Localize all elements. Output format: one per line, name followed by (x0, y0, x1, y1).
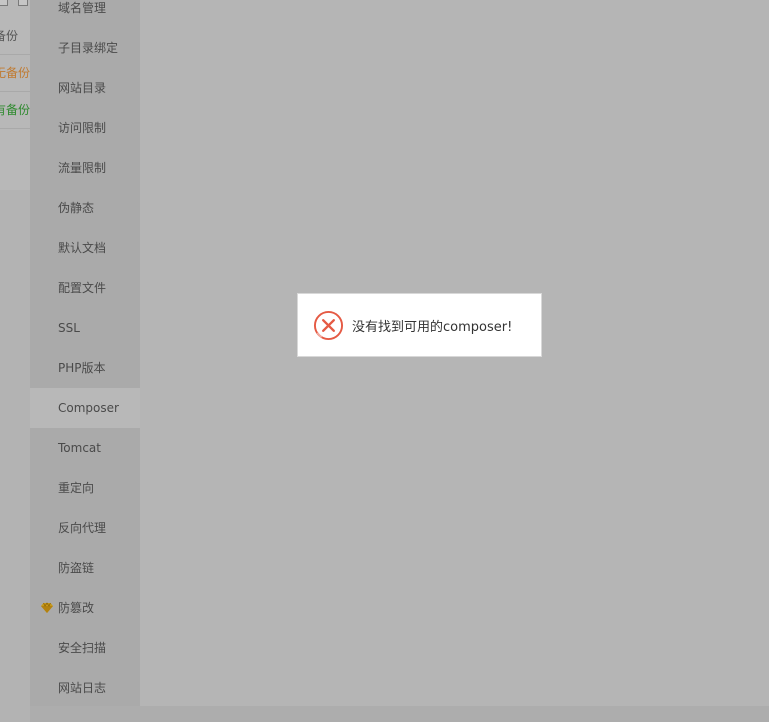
sidebar-item-label: 子目录绑定 (58, 41, 119, 55)
sidebar-item-config-file[interactable]: 配置文件 (30, 268, 140, 308)
settings-sidebar: 域名管理 子目录绑定 网站目录 访问限制 流量限制 伪静态 默认文档 配置文件 … (30, 0, 140, 706)
sidebar-item-php-version[interactable]: PHP版本 (30, 348, 140, 388)
sidebar-item-tomcat[interactable]: Tomcat (30, 428, 140, 468)
background-row-status: 有备份 (0, 92, 30, 129)
sidebar-item-label: 配置文件 (58, 281, 107, 295)
error-toast: 没有找到可用的composer! (297, 293, 542, 357)
sidebar-item-default-document[interactable]: 默认文档 (30, 228, 140, 268)
sidebar-item-tamper-protection[interactable]: 防篡改 (30, 588, 140, 628)
background-page-lower (0, 190, 30, 722)
sidebar-item-site-logs[interactable]: 网站日志 (30, 668, 140, 708)
sidebar-item-site-directory[interactable]: 网站目录 (30, 68, 140, 108)
sidebar-item-security-scan[interactable]: 安全扫描 (30, 628, 140, 668)
sidebar-item-domain-management[interactable]: 域名管理 (30, 0, 140, 28)
backup-status-text: 备份 (0, 29, 19, 43)
sidebar-item-redirect[interactable]: 重定向 (30, 468, 140, 508)
sidebar-item-label: 流量限制 (58, 161, 107, 175)
sidebar-item-label: 网站目录 (58, 81, 107, 95)
sidebar-item-label: 默认文档 (58, 241, 107, 255)
sidebar-item-rewrite[interactable]: 伪静态 (30, 188, 140, 228)
sidebar-item-ssl[interactable]: SSL (30, 308, 140, 348)
sidebar-item-label: Composer (58, 401, 119, 415)
screen: 备份 无备份 有备份 域名管理 子目录绑定 网站目录 访问限制 流量限制 伪静态… (0, 0, 769, 722)
sidebar-item-composer[interactable]: Composer (30, 388, 140, 428)
backup-status-link[interactable]: 无备份 (0, 66, 30, 80)
vip-diamond-icon (41, 602, 53, 613)
sidebar-item-hotlink-protection[interactable]: 防盗链 (30, 548, 140, 588)
sidebar-item-label: 重定向 (58, 481, 95, 495)
sidebar-item-label: 伪静态 (58, 201, 95, 215)
error-circle-x-icon (313, 310, 344, 340)
sidebar-item-label: 访问限制 (58, 121, 107, 135)
sidebar-item-label: 防篡改 (58, 601, 95, 615)
background-row-status: 无备份 (0, 55, 30, 92)
background-page: 备份 无备份 有备份 (0, 0, 30, 190)
panel-bottom-edge (30, 706, 769, 722)
background-checkbox[interactable] (0, 0, 8, 6)
sidebar-item-reverse-proxy[interactable]: 反向代理 (30, 508, 140, 548)
sidebar-item-label: SSL (58, 321, 80, 335)
sidebar-item-label: Tomcat (58, 441, 101, 455)
sidebar-item-subdirectory-binding[interactable]: 子目录绑定 (30, 28, 140, 68)
sidebar-item-label: 反向代理 (58, 521, 107, 535)
backup-status-link[interactable]: 有备份 (0, 103, 30, 117)
sidebar-item-traffic-limit[interactable]: 流量限制 (30, 148, 140, 188)
sidebar-item-label: 域名管理 (58, 1, 107, 15)
sidebar-item-label: 安全扫描 (58, 641, 107, 655)
background-row-status: 备份 (0, 18, 30, 55)
background-checkbox[interactable] (18, 0, 28, 6)
toast-message: 没有找到可用的composer! (352, 319, 513, 335)
sidebar-item-access-restriction[interactable]: 访问限制 (30, 108, 140, 148)
sidebar-item-label: 网站日志 (58, 681, 107, 695)
sidebar-item-label: PHP版本 (58, 361, 106, 375)
sidebar-item-label: 防盗链 (58, 561, 95, 575)
